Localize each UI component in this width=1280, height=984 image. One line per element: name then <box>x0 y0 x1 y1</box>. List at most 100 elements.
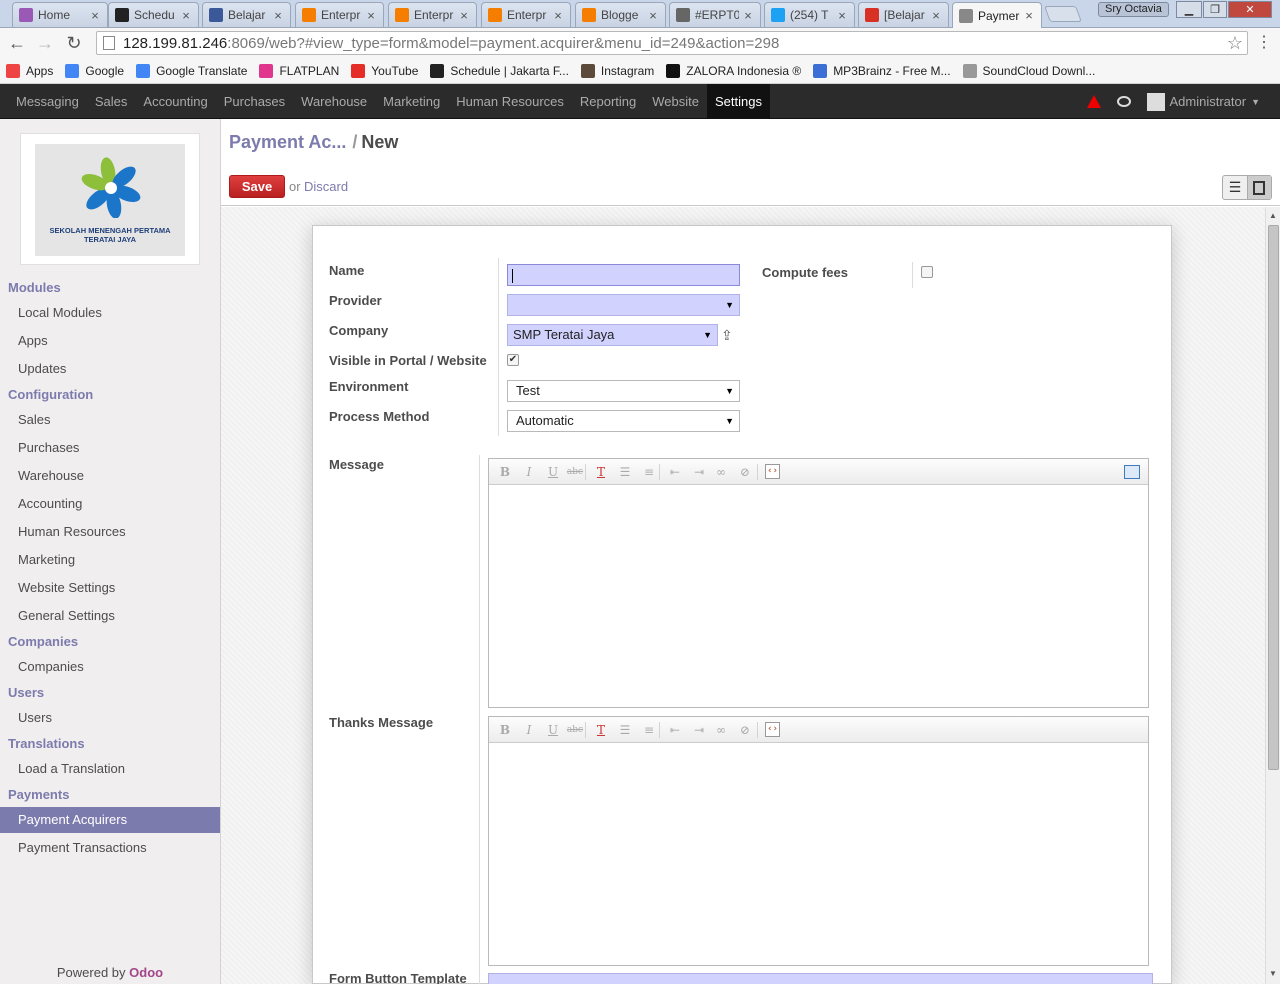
bold-icon[interactable]: B <box>497 464 513 480</box>
warning-icon[interactable] <box>1086 95 1101 108</box>
sidebar-item[interactable]: Payment Transactions <box>0 835 220 861</box>
sidebar-item[interactable]: Purchases <box>0 435 220 461</box>
visible-portal-checkbox[interactable]: ✔ <box>507 354 519 366</box>
close-tab-icon[interactable]: × <box>1023 8 1035 23</box>
scrollbar[interactable]: ▲ ▼ <box>1265 207 1280 984</box>
source-icon[interactable]: ‹› <box>765 464 780 479</box>
bold-icon[interactable]: B <box>497 722 513 738</box>
sidebar-item[interactable]: Sales <box>0 407 220 433</box>
close-tab-icon[interactable]: × <box>272 8 284 23</box>
indent-icon[interactable]: ⇥ <box>691 464 707 480</box>
close-tab-icon[interactable]: × <box>930 8 942 23</box>
restore-icon[interactable]: ❐ <box>1203 1 1227 18</box>
environment-select[interactable]: Test ▼ <box>507 380 740 402</box>
strikethrough-icon[interactable]: abc <box>565 722 585 738</box>
bookmark-item[interactable]: YouTube <box>351 63 418 78</box>
bookmark-item[interactable]: ZALORA Indonesia ® <box>666 63 801 78</box>
list-bullet-icon[interactable]: ☰ <box>617 722 633 738</box>
top-menu-item[interactable]: Sales <box>95 84 128 119</box>
chat-icon[interactable] <box>1116 96 1131 107</box>
sidebar-item[interactable]: Users <box>0 705 220 731</box>
link-icon[interactable]: ∞ <box>713 722 729 738</box>
sidebar-item[interactable]: Companies <box>0 654 220 680</box>
company-select[interactable]: SMP Teratai Jaya ▼ <box>507 324 718 346</box>
browser-tab[interactable]: #ERPT0 × <box>669 2 761 27</box>
sidebar-item[interactable]: Updates <box>0 356 220 382</box>
sidebar-item[interactable]: Local Modules <box>0 300 220 326</box>
avatar[interactable] <box>1146 92 1165 111</box>
reload-icon[interactable]: ↻ <box>63 32 85 54</box>
maximize-editor-icon[interactable] <box>1124 465 1140 479</box>
powered-by[interactable]: Powered by Odoo <box>0 965 220 980</box>
top-menu-item[interactable]: Accounting <box>143 84 207 119</box>
browser-tab[interactable]: Home × <box>12 2 108 27</box>
bookmark-item[interactable]: MP3Brainz - Free M... <box>813 63 951 78</box>
source-icon[interactable]: ‹› <box>765 722 780 737</box>
italic-icon[interactable]: I <box>521 464 537 480</box>
bookmark-star-icon[interactable]: ☆ <box>1227 33 1243 54</box>
list-bullet-icon[interactable]: ☰ <box>617 464 633 480</box>
new-tab-button[interactable] <box>1044 6 1082 22</box>
link-icon[interactable]: ∞ <box>713 464 729 480</box>
browser-menu-icon[interactable]: ⋮ <box>1256 34 1272 52</box>
unlink-icon[interactable]: ⊘ <box>737 464 753 480</box>
top-menu-item[interactable]: Human Resources <box>456 84 564 119</box>
sidebar-item[interactable]: Accounting <box>0 491 220 517</box>
clear-format-icon[interactable]: T <box>593 464 609 480</box>
top-menu-item[interactable]: Settings <box>707 84 770 119</box>
browser-tab[interactable]: Enterpr × <box>295 2 384 27</box>
close-tab-icon[interactable]: × <box>647 8 659 23</box>
browser-tab[interactable]: Enterpr × <box>481 2 571 27</box>
underline-icon[interactable]: U <box>545 722 561 738</box>
top-menu-item[interactable]: Purchases <box>224 84 285 119</box>
sidebar-item[interactable]: Website Settings <box>0 575 220 601</box>
outdent-icon[interactable]: ⇤ <box>667 722 683 738</box>
sidebar-item[interactable]: Payment Acquirers <box>0 807 220 833</box>
underline-icon[interactable]: U <box>545 464 561 480</box>
discard-link[interactable]: Discard <box>304 179 348 194</box>
sidebar-item[interactable]: Apps <box>0 328 220 354</box>
thanks-message-editor[interactable]: B I Uabc T ☰ ≡ ⇤ ⇥ ∞ ⊘ ‹› <box>488 716 1149 966</box>
process-method-select[interactable]: Automatic ▼ <box>507 410 740 432</box>
sidebar-item[interactable]: Marketing <box>0 547 220 573</box>
bookmark-item[interactable]: Apps <box>6 63 53 78</box>
bookmark-item[interactable]: FLATPLAN <box>259 63 339 78</box>
browser-tab[interactable]: Paymer × <box>952 2 1042 28</box>
browser-tab[interactable]: Blogge × <box>575 2 666 27</box>
top-menu-item[interactable]: Warehouse <box>301 84 367 119</box>
back-icon[interactable]: ← <box>6 32 28 54</box>
form-button-template-select[interactable] <box>488 973 1153 984</box>
list-number-icon[interactable]: ≡ <box>641 464 657 480</box>
bookmark-item[interactable]: Google <box>65 63 124 78</box>
list-number-icon[interactable]: ≡ <box>641 722 657 738</box>
browser-tab[interactable]: Schedu × <box>108 2 199 27</box>
close-tab-icon[interactable]: × <box>742 8 754 23</box>
close-tab-icon[interactable]: × <box>836 8 848 23</box>
profile-button[interactable]: Sry Octavia <box>1098 2 1169 17</box>
user-menu[interactable]: Administrator <box>1170 94 1247 109</box>
company-logo[interactable]: SEKOLAH MENENGAH PERTAMA TERATAI JAYA <box>20 133 200 265</box>
compute-fees-checkbox[interactable] <box>921 266 933 278</box>
top-menu-item[interactable]: Messaging <box>16 84 79 119</box>
address-bar[interactable]: 128.199.81.246:8069/web?#view_type=form&… <box>96 31 1248 55</box>
strikethrough-icon[interactable]: abc <box>565 464 585 480</box>
close-tab-icon[interactable]: × <box>458 8 470 23</box>
sidebar-item[interactable]: Warehouse <box>0 463 220 489</box>
forward-icon[interactable]: → <box>34 32 56 54</box>
top-menu-item[interactable]: Marketing <box>383 84 440 119</box>
outdent-icon[interactable]: ⇤ <box>667 464 683 480</box>
unlink-icon[interactable]: ⊘ <box>737 722 753 738</box>
sidebar-item[interactable]: General Settings <box>0 603 220 629</box>
close-tab-icon[interactable]: × <box>180 8 192 23</box>
list-view-icon[interactable]: ☰ <box>1223 176 1247 199</box>
close-tab-icon[interactable]: × <box>552 8 564 23</box>
indent-icon[interactable]: ⇥ <box>691 722 707 738</box>
minimize-icon[interactable]: ▁ <box>1176 1 1202 18</box>
chevron-down-icon[interactable]: ▼ <box>1251 97 1260 107</box>
bookmark-item[interactable]: SoundCloud Downl... <box>962 63 1095 78</box>
save-button[interactable]: Save <box>229 175 285 198</box>
top-menu-item[interactable]: Reporting <box>580 84 636 119</box>
close-tab-icon[interactable]: × <box>365 8 377 23</box>
sidebar-item[interactable]: Human Resources <box>0 519 220 545</box>
external-link-icon[interactable]: ⇪ <box>721 328 737 342</box>
